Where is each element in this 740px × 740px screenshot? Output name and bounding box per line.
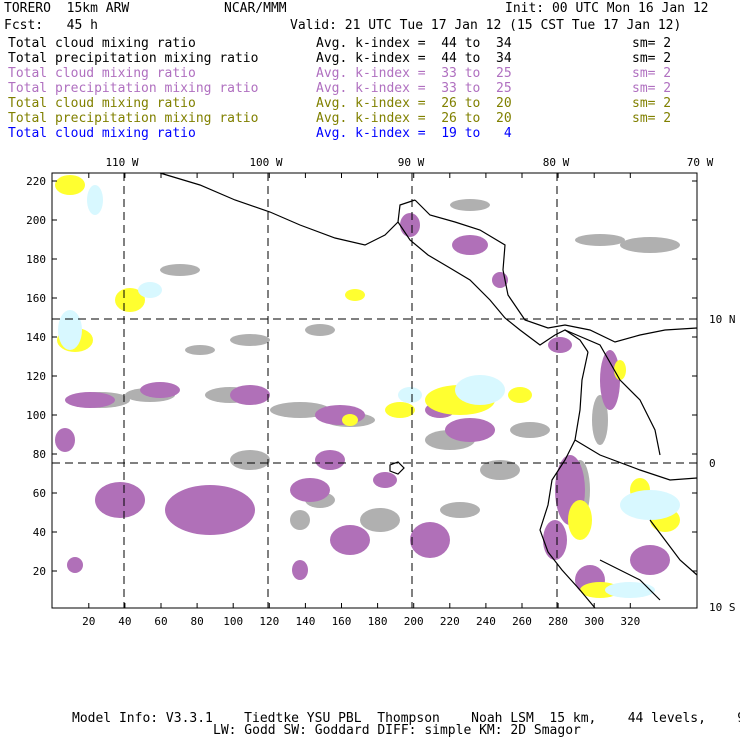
footer-physics: LW: Godd SW: Goddard DIFF: simple KM: 2D… [213,723,581,738]
gray-cloud-area [510,422,550,438]
x-tick-label: 100 [223,615,243,628]
x-tick-label: 280 [548,615,568,628]
coastline-mexico-pacific [159,172,416,246]
y-tick-label: 60 [33,487,46,500]
purple-cloud-area [400,213,420,237]
y-tick-label: 80 [33,448,46,461]
y-tick-label: 120 [26,370,46,383]
gray-cloud-area [290,510,310,530]
y-tick-label: 180 [26,253,46,266]
lon-label: 100 W [249,156,282,169]
purple-cloud-area [140,382,180,398]
x-tick-label: 260 [512,615,532,628]
cloud-fields [55,175,680,598]
gray-cloud-area [360,508,400,532]
x-tick-label: 60 [154,615,167,628]
yellow-cloud-area [614,360,626,380]
lat-label: 0 [709,457,716,470]
purple-cloud-area [410,522,450,558]
cyan-cloud-area [455,375,505,405]
x-tick-label: 220 [440,615,460,628]
x-tick-label: 300 [584,615,604,628]
purple-cloud-area [290,478,330,502]
cyan-cloud-area [58,310,82,350]
y-tick-label: 220 [26,175,46,188]
x-tick-label: 120 [259,615,279,628]
gray-cloud-area [230,334,270,346]
lon-label: 110 W [105,156,138,169]
yellow-cloud-area [385,402,415,418]
purple-cloud-area [55,428,75,452]
cyan-cloud-area [398,387,422,403]
x-tick-label: 200 [404,615,424,628]
purple-cloud-area [165,485,255,535]
lon-label: 70 W [687,156,714,169]
galapagos [389,461,405,475]
purple-cloud-area [65,392,115,408]
y-tick-label: 20 [33,565,46,578]
purple-cloud-area [548,337,572,353]
y-tick-label: 200 [26,214,46,227]
lat-label: 10 N [709,313,736,326]
cyan-cloud-area [87,185,103,215]
gray-cloud-area [620,237,680,253]
purple-cloud-area [315,450,345,470]
yellow-cloud-area [342,414,358,426]
purple-cloud-area [630,545,670,575]
y-tick-label: 160 [26,292,46,305]
purple-cloud-area [230,385,270,405]
x-tick-label: 20 [82,615,95,628]
yellow-cloud-area [345,289,365,301]
weather-plot: TORERO 15km ARW NCAR/MMM Init: 00 UTC Mo… [0,0,740,740]
coastline-caribbean [414,199,698,343]
gray-cloud-area [230,450,270,470]
purple-cloud-area [373,472,397,488]
x-tick-label: 40 [118,615,131,628]
lat-label: 10 S [709,601,736,614]
yellow-cloud-area [568,500,592,540]
y-tick-label: 100 [26,409,46,422]
purple-cloud-area [330,525,370,555]
lon-label: 90 W [398,156,425,169]
purple-cloud-area [445,418,495,442]
y-tick-label: 40 [33,526,46,539]
gray-cloud-area [575,234,625,246]
gray-cloud-area [305,324,335,336]
yellow-cloud-area [55,175,85,195]
purple-cloud-area [600,350,620,410]
x-tick-label: 160 [332,615,352,628]
lon-label: 80 W [543,156,570,169]
purple-cloud-area [292,560,308,580]
cyan-cloud-area [620,490,680,520]
coastline-central-america [397,221,589,353]
yellow-cloud-area [508,387,532,403]
gray-cloud-area [160,264,200,276]
cyan-cloud-area [138,282,162,298]
map-plot: 20 40 60 80 100 120 140 160 180 200 220 240 260 280 30… [26,156,736,628]
gray-cloud-area [440,502,480,518]
purple-cloud-area [67,557,83,573]
purple-cloud-area [543,520,567,560]
x-tick-label: 320 [620,615,640,628]
x-tick-label: 180 [368,615,388,628]
purple-cloud-area [452,235,488,255]
x-tick-label: 80 [190,615,203,628]
x-tick-label: 240 [476,615,496,628]
x-tick-label: 140 [295,615,315,628]
cyan-cloud-area [605,582,655,598]
gray-cloud-area [450,199,490,211]
y-tick-label: 140 [26,331,46,344]
purple-cloud-area [95,482,145,518]
gray-cloud-area [185,345,215,355]
